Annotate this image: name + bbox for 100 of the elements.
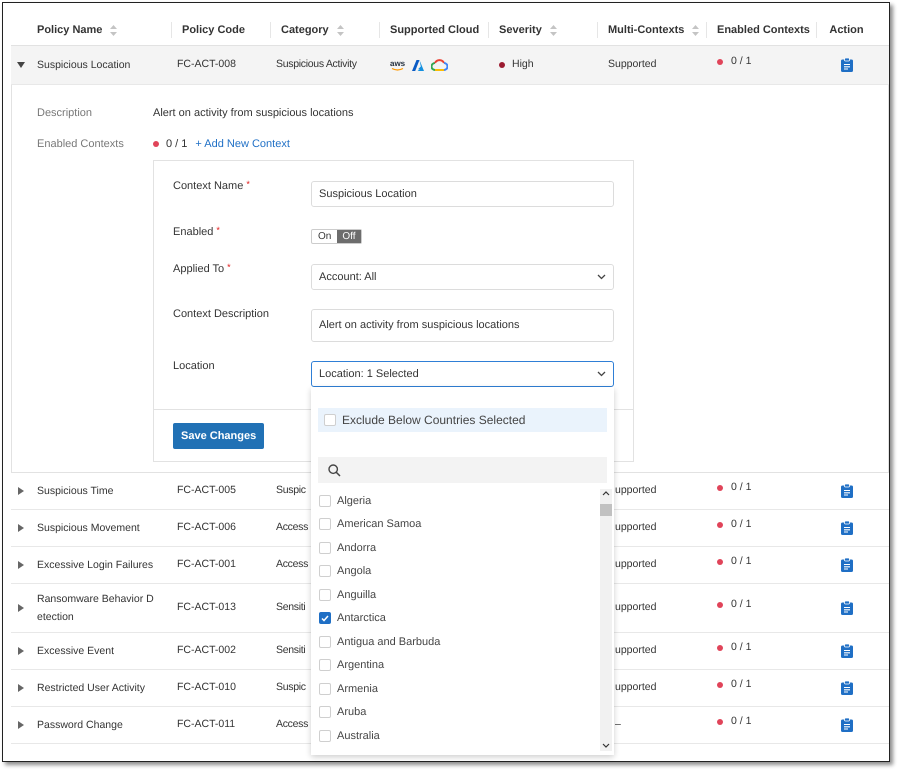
column-header[interactable]: Action: [829, 22, 864, 38]
country-option[interactable]: Andorra: [319, 536, 600, 560]
text-field[interactable]: Suspicious Location: [311, 181, 614, 207]
category-cell: Access: [276, 521, 308, 534]
enabled-contexts-cell-text: 0 / 1: [731, 54, 752, 70]
required-mark: *: [246, 178, 250, 191]
caret-icon[interactable]: [17, 61, 25, 69]
checkbox[interactable]: [319, 542, 331, 554]
column-header[interactable]: Category: [281, 22, 329, 38]
azure-logo: [412, 60, 424, 70]
field-label: Context Description: [173, 307, 269, 322]
policy-code-cell: FC-ACT-001: [177, 558, 236, 570]
field-label: Enabled: [173, 225, 214, 240]
policy-code-cell: FC-ACT-013: [177, 601, 236, 614]
save-changes-button[interactable]: Save Changes: [173, 423, 264, 450]
exclude-option[interactable]: Exclude Below Countries Selected: [318, 408, 607, 432]
policy-name-cell: Excessive Event: [37, 645, 114, 657]
country-option[interactable]: American Samoa: [319, 512, 600, 536]
multi-contexts-cell-text: upported: [614, 483, 658, 498]
clipboard-icon[interactable]: [840, 58, 852, 72]
field-label: Context Name: [173, 179, 244, 194]
field-label: Applied To: [173, 262, 224, 277]
checkbox[interactable]: [319, 588, 331, 601]
caret-icon[interactable]: [17, 721, 25, 729]
caret-icon[interactable]: [17, 561, 25, 569]
checkbox[interactable]: [319, 706, 331, 718]
checkbox[interactable]: [319, 612, 331, 624]
column-header[interactable]: Policy Code: [182, 22, 245, 38]
clipboard-icon[interactable]: [840, 484, 852, 498]
chevron-down-icon: [597, 371, 606, 377]
category-cell: Access: [276, 558, 308, 570]
caret-icon[interactable]: [17, 487, 25, 495]
policy-name-cell: Suspicious Location: [37, 59, 130, 71]
caret-icon[interactable]: [17, 684, 25, 692]
country-option[interactable]: Aruba: [319, 700, 600, 724]
checkbox[interactable]: [324, 414, 336, 426]
country-option[interactable]: Antarctica: [319, 606, 600, 630]
policy-code-cell: FC-ACT-011: [177, 718, 236, 730]
enabled-contexts-cell-text: 0 / 1: [731, 640, 752, 656]
add-context-link[interactable]: + Add New Context: [195, 136, 290, 152]
clipboard-icon[interactable]: [840, 644, 852, 658]
toggle-switch[interactable]: On Off: [311, 229, 362, 244]
country-option[interactable]: Angola: [319, 560, 600, 583]
caret-icon[interactable]: [17, 647, 25, 655]
select-field[interactable]: Account: All: [311, 264, 614, 290]
checkbox[interactable]: [319, 659, 331, 672]
country-option[interactable]: Algeria: [319, 489, 600, 512]
column-header[interactable]: Supported Cloud: [390, 22, 480, 38]
checkbox[interactable]: [319, 682, 331, 695]
scrollbar[interactable]: [600, 489, 612, 751]
country-option[interactable]: Argentina: [319, 654, 600, 677]
enabled-contexts-cell-text: 0 / 1: [731, 714, 752, 730]
multi-contexts-cell-text: upported: [614, 557, 658, 572]
clipboard-icon[interactable]: [840, 601, 852, 615]
policy-name-cell: Suspicious Time: [37, 485, 114, 497]
clipboard-icon[interactable]: [840, 718, 852, 732]
category-cell: Suspic: [276, 484, 306, 496]
policy-name-cell: Suspicious Movement: [37, 522, 140, 534]
checkbox[interactable]: [319, 636, 331, 648]
search-field[interactable]: [318, 457, 607, 483]
column-header[interactable]: Enabled Contexts: [717, 22, 810, 38]
enabled-contexts-cell-text: 0 / 1: [731, 597, 752, 612]
aws-logo: aws: [390, 60, 406, 70]
column-header[interactable]: Policy Name: [37, 22, 102, 38]
checkbox[interactable]: [319, 565, 331, 578]
policy-code-cell: FC-ACT-006: [177, 521, 236, 534]
chevron-down-icon: [597, 274, 606, 280]
checkbox[interactable]: [319, 730, 331, 742]
checkbox[interactable]: [319, 518, 331, 530]
multi-contexts-cell-text: upported: [614, 643, 658, 658]
policy-name-cell: Restricted User Activity: [37, 682, 145, 694]
caret-icon[interactable]: [17, 524, 25, 532]
multi-contexts-cell-text: upported: [614, 520, 658, 536]
policy-code-cell: FC-ACT-008: [177, 58, 236, 70]
clipboard-icon[interactable]: [840, 558, 852, 572]
cloud-logo: [431, 59, 448, 71]
description-label: Description: [37, 106, 94, 121]
clipboard-icon[interactable]: [840, 521, 852, 535]
contexts-label: Enabled Contexts: [37, 136, 125, 152]
text-field[interactable]: Alert on activity from suspicious locations: [311, 309, 614, 342]
country-option[interactable]: Antigua and Barbuda: [319, 630, 600, 654]
checkbox[interactable]: [319, 494, 331, 507]
clipboard-icon[interactable]: [840, 681, 852, 695]
search-icon: [328, 464, 341, 476]
country-option[interactable]: Australia: [319, 724, 600, 748]
contexts-count: 0 / 1: [166, 136, 188, 152]
severity-cell-text: High: [512, 57, 534, 72]
country-option[interactable]: Armenia: [319, 677, 600, 700]
select-field[interactable]: Location: 1 Selected: [311, 361, 614, 387]
required-mark: *: [227, 261, 231, 274]
category-cell: Suspic: [276, 681, 306, 694]
policy-name-cell: Ransomware Behavior D etection: [37, 593, 154, 623]
policy-name-cell: Excessive Login Failures: [37, 559, 154, 571]
caret-icon[interactable]: [17, 604, 25, 612]
column-header[interactable]: Severity: [499, 22, 542, 38]
multi-contexts-cell-text: –: [614, 717, 622, 732]
enabled-contexts-cell-text: 0 / 1: [731, 517, 752, 532]
column-header[interactable]: Multi-Contexts: [608, 22, 684, 38]
category-cell: Suspicious Activity: [276, 58, 357, 70]
country-option[interactable]: Anguilla: [319, 583, 600, 606]
